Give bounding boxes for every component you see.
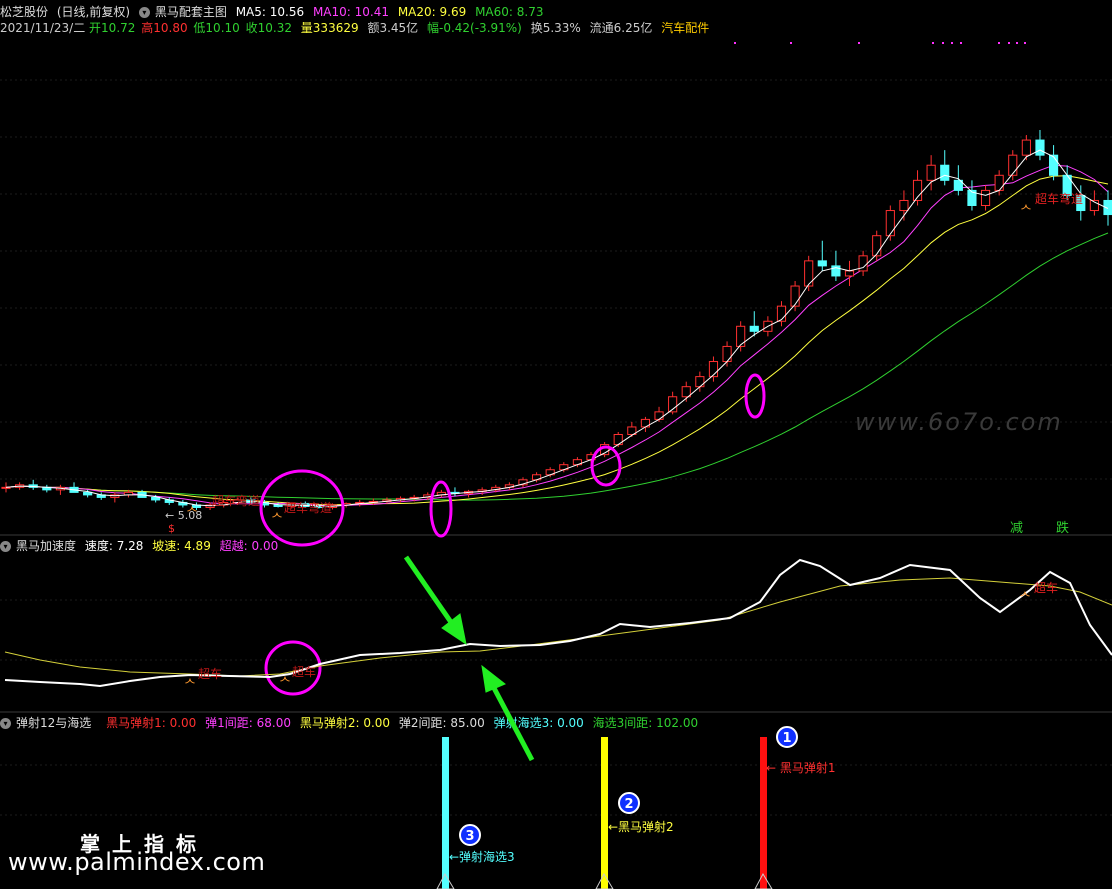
chart-canvas[interactable]: ← 5.08 $ 超车弯道 超车弯道 超车弯道 ᄉ ᄉ ᄉ 减 跌 超车 超车 …	[0, 0, 1112, 889]
watermark-6o7o: www.6o7o.com	[855, 408, 1063, 436]
signal-label: 超车弯道	[212, 493, 260, 508]
candle-body	[980, 189, 991, 206]
candle-body	[885, 210, 895, 237]
candle-body	[1021, 139, 1031, 156]
bar1-label: ← 黑马弹射1	[766, 760, 836, 775]
candle-body	[681, 386, 691, 398]
top-signal-dots	[734, 42, 1026, 44]
candlestick-series	[1, 130, 1112, 510]
ma5-line	[5, 149, 1109, 507]
candle-body	[695, 376, 705, 388]
overtake-label: 超车	[292, 664, 316, 679]
ma10-line	[5, 164, 1109, 507]
candle-body	[844, 270, 855, 277]
reduce-marker: 减	[1010, 521, 1023, 536]
watermark-site: www.palmindex.com	[8, 848, 266, 876]
badge-1: 1	[776, 726, 798, 748]
ma5-path	[5, 149, 1109, 507]
candle-body	[736, 325, 746, 347]
slope-line	[4, 577, 1112, 677]
candle-body	[872, 235, 882, 257]
overtake-icon: ᄉ	[271, 512, 283, 527]
candle-body	[940, 164, 950, 181]
fall-marker: 跌	[1056, 520, 1069, 536]
candle-body	[273, 504, 283, 507]
low-marker: $	[168, 522, 175, 535]
signal-label: 超车弯道	[284, 500, 332, 515]
svg-text:1: 1	[782, 731, 791, 746]
overtake-icon: ᄉ	[184, 678, 196, 693]
candle-body	[994, 174, 1004, 191]
candle-body	[1008, 154, 1018, 176]
overtake-icon: ᄉ	[1020, 204, 1032, 219]
candle-body	[1035, 139, 1045, 156]
candle-body	[926, 164, 936, 181]
overtake-icon: ᄉ	[1019, 591, 1031, 606]
signal-bar-3	[442, 737, 449, 889]
signal-bar-2	[601, 737, 608, 889]
svg-text:3: 3	[465, 829, 474, 844]
green-arrow-annotations	[403, 555, 535, 762]
candle-body	[654, 411, 664, 420]
overtake-label: 超车	[1034, 580, 1058, 595]
badge-2: 2	[618, 792, 640, 814]
candle-body	[817, 260, 827, 267]
candle-body	[749, 325, 759, 332]
ma60-line	[5, 232, 1109, 501]
overtake-icon: ᄉ	[186, 506, 198, 521]
candle-body	[1048, 154, 1059, 176]
signal-bar-1	[760, 737, 767, 889]
overtake-icon: ᄉ	[279, 676, 291, 691]
candle-body	[804, 260, 814, 287]
candle-body	[83, 491, 93, 496]
speed-line	[4, 558, 1112, 688]
ma10-path	[5, 164, 1109, 507]
bar2-label: ←黑马弹射2	[608, 819, 674, 834]
highlight-ellipse	[744, 373, 766, 419]
ma20-line	[5, 175, 1109, 506]
overtake-label: 超车	[198, 666, 222, 681]
svg-text:2: 2	[624, 797, 633, 812]
bar3-label: ←弹射海选3	[449, 849, 515, 864]
ma20-path	[5, 175, 1109, 506]
badge-3: 3	[459, 824, 481, 846]
ma60-path	[5, 232, 1109, 501]
candle-body	[722, 345, 732, 363]
signal-label: 超车弯道	[1035, 191, 1083, 206]
candle-body	[899, 199, 909, 212]
candle-body	[790, 285, 800, 307]
